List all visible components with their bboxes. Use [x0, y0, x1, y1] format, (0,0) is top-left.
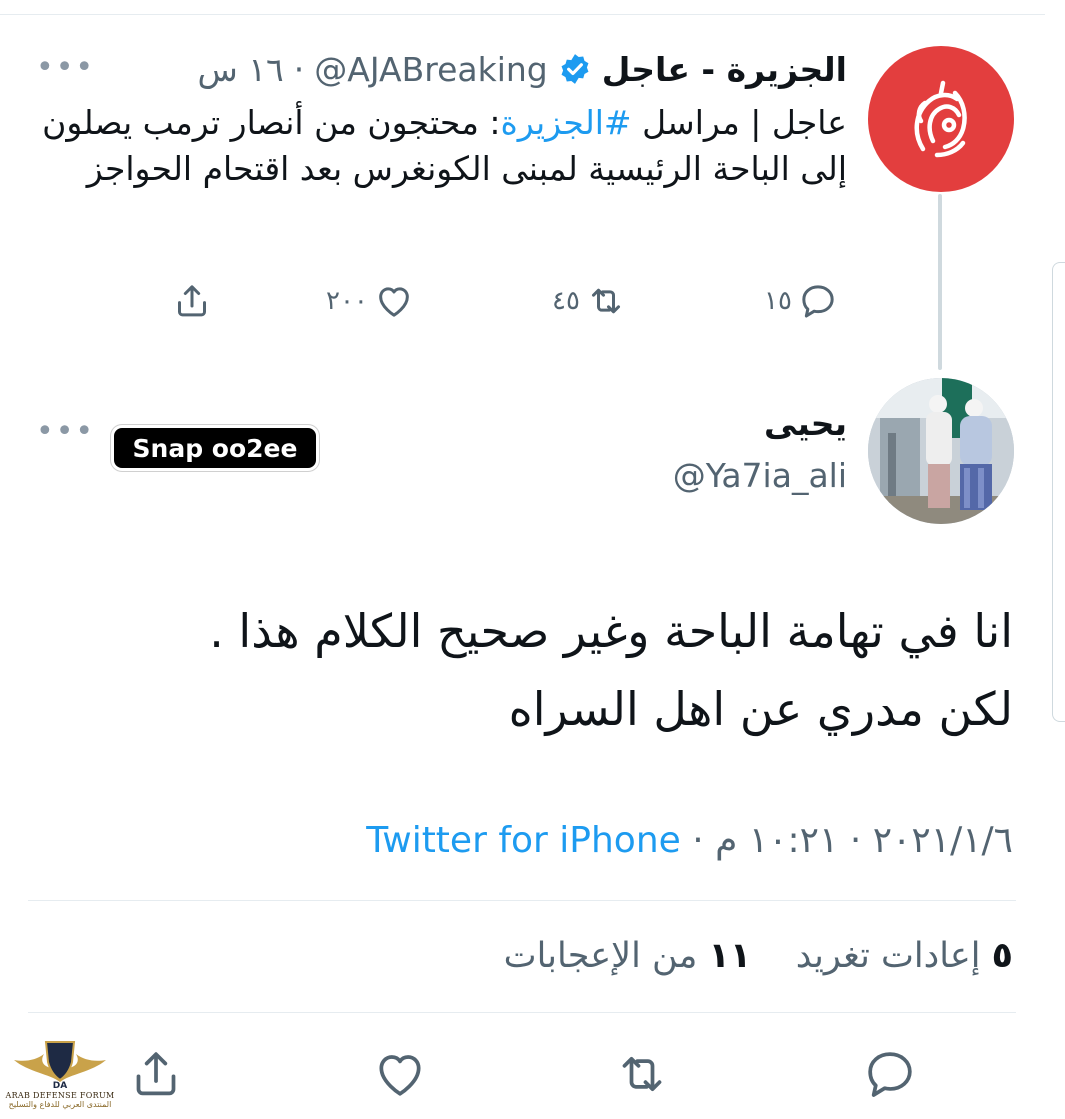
- header-separator: ·: [293, 49, 305, 89]
- like-button[interactable]: [372, 1046, 428, 1102]
- quoted-text-start: عاجل | مراسل: [631, 103, 847, 142]
- retweet-button[interactable]: [614, 1046, 670, 1102]
- meta-separator-2: ·: [692, 820, 704, 861]
- avatar-photo: [868, 378, 1014, 524]
- engagement-stats: ٥ إعادات تغريد ١١ من الإعجابات: [504, 936, 1013, 976]
- user-avatar[interactable]: [868, 378, 1014, 524]
- share-button[interactable]: [128, 1046, 184, 1102]
- reply-button[interactable]: [862, 1046, 918, 1102]
- scrollbar-handle[interactable]: [1052, 262, 1065, 722]
- heart-icon: [379, 287, 409, 317]
- snap-overlay-badge: Snap oo2ee: [114, 428, 316, 468]
- retweet-icon: [591, 288, 620, 314]
- reply-count: ١٥: [764, 286, 792, 316]
- share-icon: [136, 1052, 176, 1096]
- tweet-text-line1: انا في تهامة الباحة وغير صحيح الكلام هذا…: [209, 604, 1013, 658]
- logo-name-en: ARAB DEFENSE FORUM: [5, 1091, 115, 1100]
- retweet-count: ٤٥: [552, 286, 580, 316]
- quoted-retweet-button[interactable]: ٤٥: [552, 280, 626, 322]
- aljazeera-logo-icon: [914, 80, 967, 158]
- likes-label[interactable]: من الإعجابات: [504, 936, 698, 976]
- tweet-text-line2: لكن مدري عن اهل السراه: [508, 682, 1013, 736]
- retweets-label[interactable]: إعادات تغريد: [796, 936, 981, 976]
- retweet-icon: [622, 1056, 662, 1092]
- retweets-count[interactable]: ٥: [992, 936, 1013, 976]
- reply-icon: [868, 1052, 912, 1097]
- quoted-reply-button[interactable]: ١٥: [764, 280, 838, 322]
- hashtag-link[interactable]: #الجزيرة: [501, 103, 632, 142]
- verified-badge-icon: [561, 54, 589, 84]
- thread-connector-line: [938, 194, 942, 370]
- share-icon: [178, 285, 206, 317]
- meta-separator: ·: [849, 820, 862, 861]
- quoted-handle[interactable]: @AJABreaking: [314, 50, 547, 89]
- tweet-date[interactable]: ٢٠٢١/١/٦: [873, 820, 1013, 861]
- quoted-tweet-text: عاجل | مراسل #الجزيرة: محتجون من أنصار ت…: [37, 100, 847, 192]
- eagle-shield-icon: DA: [14, 1041, 106, 1090]
- aljazeera-avatar[interactable]: [868, 46, 1014, 192]
- user-display-name[interactable]: يحيى: [764, 404, 847, 443]
- tweet-meta: ٢٠٢١/١/٦ · ١٠:٢١ م · Twitter for iPhone: [366, 820, 1013, 861]
- divider: [28, 1012, 1016, 1013]
- arab-defense-forum-logo: DA ARAB DEFENSE FORUM المنتدى العربي للد…: [6, 1038, 114, 1119]
- divider: [28, 900, 1016, 901]
- logo-badge-text: DA: [53, 1081, 67, 1090]
- tweet-text: انا في تهامة الباحة وغير صحيح الكلام هذا…: [53, 592, 1013, 748]
- like-count: ٢٠٠: [326, 286, 368, 316]
- quoted-more-icon[interactable]: •••: [36, 50, 95, 85]
- user-handle[interactable]: @Ya7ia_ali: [673, 456, 847, 495]
- quoted-timestamp[interactable]: ١٦ س: [198, 50, 284, 89]
- quoted-display-name[interactable]: الجزيرة - عاجل: [602, 50, 847, 89]
- quoted-share-button[interactable]: [172, 280, 212, 322]
- quoted-tweet-header: الجزيرة - عاجل @AJABreaking · ١٦ س: [198, 46, 847, 92]
- likes-count[interactable]: ١١: [709, 936, 752, 976]
- tweet-time[interactable]: ١٠:٢١ م: [715, 820, 838, 861]
- logo-name-ar: المنتدى العربي للدفاع والتسليح: [8, 1100, 112, 1109]
- tweet-source-link[interactable]: Twitter for iPhone: [366, 820, 681, 861]
- reply-icon: [802, 285, 834, 318]
- tweet-more-icon[interactable]: •••: [36, 414, 95, 449]
- quoted-like-button[interactable]: ٢٠٠: [326, 280, 414, 322]
- heart-icon: [379, 1055, 421, 1096]
- top-divider: [0, 14, 1045, 15]
